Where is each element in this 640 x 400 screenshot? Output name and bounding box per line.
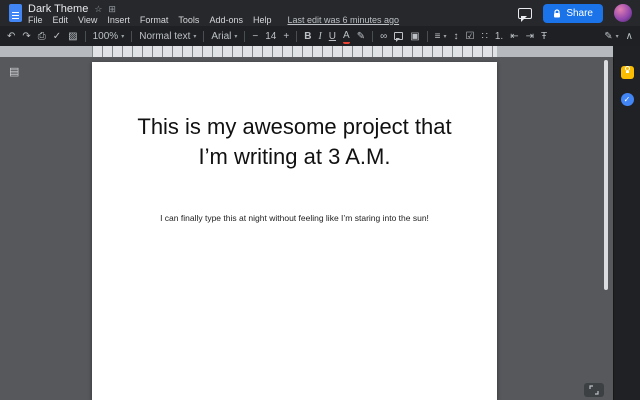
chevron-down-icon: ▾ <box>121 33 125 40</box>
editing-mode-icon: ✎ <box>604 30 613 42</box>
menu-item-help[interactable]: Help <box>253 15 272 25</box>
document-body-text[interactable]: I can finally type this at night without… <box>109 213 481 223</box>
clear-formatting-icon[interactable]: Ŧ <box>541 28 547 44</box>
align-icon: ≡ <box>434 30 441 42</box>
lock-icon <box>554 8 561 17</box>
document-page[interactable]: This is my awesome project that I’m writ… <box>92 62 497 400</box>
share-button-label: Share <box>566 7 593 19</box>
print-icon[interactable]: ⎙ <box>38 28 46 44</box>
toolbar-separator <box>244 30 246 42</box>
keep-stem <box>625 71 629 73</box>
indent-decrease-icon[interactable]: ⇤ <box>510 28 518 44</box>
toolbar-separator <box>131 30 133 42</box>
menu-item-insert[interactable]: Insert <box>107 15 130 25</box>
font-size-decrease[interactable]: − <box>252 28 258 44</box>
tasks-icon[interactable]: ✓ <box>620 93 634 106</box>
zoom-select[interactable]: 100% ▾ <box>93 28 125 44</box>
move-folder-icon[interactable]: ⊞ <box>108 4 116 15</box>
toolbar-separator <box>296 30 298 42</box>
comment-bubble-icon <box>394 32 404 42</box>
highlight-button[interactable]: ✎ <box>357 28 365 44</box>
chevron-down-icon: ▾ <box>234 33 238 40</box>
styles-value: Normal text <box>139 30 191 42</box>
font-size-increase[interactable]: + <box>283 28 289 44</box>
expand-button[interactable] <box>584 383 604 397</box>
menu-item-file[interactable]: File <box>28 15 43 25</box>
line-spacing-icon[interactable]: ↕ <box>454 28 459 44</box>
menu-item-tools[interactable]: Tools <box>178 15 199 25</box>
align-button[interactable]: ≡ ▾ <box>435 28 447 44</box>
collapse-toolbar-icon[interactable]: ∧ <box>626 28 633 44</box>
title-row: Dark Theme ☆ ⊞ <box>28 3 116 15</box>
avatar[interactable] <box>614 4 632 22</box>
numbered-list-icon[interactable]: 1. <box>495 28 503 44</box>
redo-icon[interactable]: ↷ <box>22 28 30 44</box>
undo-icon[interactable]: ↶ <box>7 28 15 44</box>
editor-canvas: ▤ This is my awesome project that I’m wr… <box>0 57 613 400</box>
document-heading[interactable]: This is my awesome project that I’m writ… <box>130 112 460 171</box>
chevron-down-icon: ▾ <box>193 33 197 40</box>
editing-mode-button[interactable]: ✎ ▾ <box>604 28 618 44</box>
chevron-down-icon: ▾ <box>615 33 619 40</box>
menubar: File Edit View Insert Format Tools Add-o… <box>28 15 399 25</box>
menu-item-edit[interactable]: Edit <box>53 15 69 25</box>
italic-button[interactable]: I <box>318 28 321 44</box>
comments-icon[interactable] <box>518 7 533 22</box>
document-outline-icon[interactable]: ▤ <box>9 65 19 78</box>
keep-icon[interactable] <box>620 66 634 79</box>
text-color-button[interactable]: A <box>343 28 350 44</box>
font-value: Arial <box>211 30 232 42</box>
expand-icon <box>589 385 599 395</box>
checklist-icon[interactable]: ☑ <box>466 28 475 44</box>
vertical-scrollbar[interactable] <box>604 60 608 290</box>
bold-button[interactable]: B <box>304 28 311 44</box>
spellcheck-icon[interactable]: ✓ <box>53 28 61 44</box>
toolbar-separator <box>203 30 205 42</box>
menu-item-format[interactable]: Format <box>140 15 169 25</box>
docs-logo-lines <box>12 12 19 19</box>
insert-image-icon[interactable]: ▣ <box>410 28 419 44</box>
toolbar-separator <box>84 30 86 42</box>
bulleted-list-icon[interactable]: ∷ <box>482 28 488 44</box>
styles-select[interactable]: Normal text ▾ <box>139 28 196 44</box>
share-button[interactable]: Share <box>543 3 603 23</box>
topbar-right: Share <box>518 3 632 23</box>
font-size-value[interactable]: 14 <box>265 28 276 44</box>
last-edit-link[interactable]: Last edit was 6 minutes ago <box>287 15 399 25</box>
paint-format-icon[interactable]: ▨ <box>68 28 77 44</box>
zoom-value: 100% <box>92 30 119 42</box>
toolbar-separator <box>426 30 428 42</box>
toolbar-separator <box>372 30 374 42</box>
star-icon[interactable]: ☆ <box>94 4 102 15</box>
ruler[interactable] <box>0 46 613 57</box>
indent-increase-icon[interactable]: ⇥ <box>526 28 534 44</box>
side-panel: ✓ <box>613 57 640 400</box>
toolbar: ↶ ↷ ⎙ ✓ ▨ 100% ▾ Normal text ▾ Arial ▾ −… <box>0 26 640 46</box>
chevron-down-icon: ▾ <box>443 33 447 40</box>
document-title[interactable]: Dark Theme <box>28 3 88 15</box>
menu-item-view[interactable]: View <box>78 15 97 25</box>
docs-logo-icon[interactable] <box>9 4 22 22</box>
insert-link-icon[interactable]: ∞ <box>380 28 387 44</box>
ruler-page-section[interactable] <box>92 46 497 57</box>
insert-comment-icon[interactable] <box>394 28 404 44</box>
menu-item-addons[interactable]: Add-ons <box>209 15 243 25</box>
underline-button[interactable]: U <box>329 28 336 44</box>
topbar: Dark Theme ☆ ⊞ File Edit View Insert For… <box>0 0 640 26</box>
font-select[interactable]: Arial ▾ <box>211 28 237 44</box>
